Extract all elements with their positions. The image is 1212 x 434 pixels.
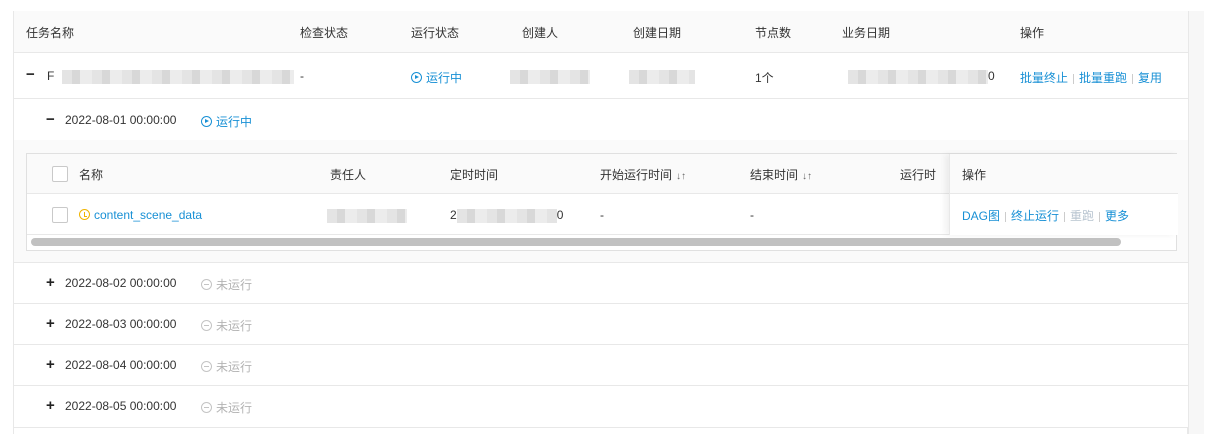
run-status: 运行中 — [411, 69, 462, 86]
sort-icon[interactable]: ↓↑ — [802, 171, 812, 182]
node-actions: DAG图 终止运行 重跑 更多 — [950, 194, 1178, 224]
minus-circle-icon — [201, 320, 212, 331]
col-schedule-time: 定时时间 — [450, 168, 499, 182]
more-link[interactable]: 更多 — [1105, 209, 1129, 223]
reuse-link[interactable]: 复用 — [1138, 71, 1162, 85]
redacted-task-name — [61, 69, 294, 84]
instance-date: 2022-08-04 00:00:00 — [65, 358, 177, 372]
create-date — [629, 69, 695, 84]
play-circle-icon — [411, 72, 422, 83]
table-header: 任务名称 检查状态 运行状态 创建人 创建日期 节点数 业务日期 操作 — [14, 11, 1189, 53]
instance-date: 2022-08-03 00:00:00 — [65, 317, 177, 331]
minus-circle-icon — [201, 402, 212, 413]
schedule-time: 20 — [450, 208, 564, 223]
col-name: 名称 — [79, 168, 104, 182]
clock-icon — [79, 209, 90, 220]
col-node-actions: 操作 — [950, 154, 1178, 194]
play-circle-icon — [201, 116, 212, 127]
col-actions: 操作 — [1020, 26, 1045, 40]
instance-status: 未运行 — [201, 317, 252, 334]
sort-icon[interactable]: ↓↑ — [676, 171, 686, 182]
col-biz-date: 业务日期 — [842, 26, 891, 40]
instance-row: + 2022-08-04 00:00:00 未运行 — [14, 345, 1189, 386]
node-table: 名称 责任人 定时时间 开始运行时间 ↓↑ 结束时间 ↓↑ 运行时 content_… — [26, 153, 1178, 251]
minus-icon[interactable]: − — [26, 67, 35, 82]
dag-link[interactable]: DAG图 — [962, 209, 1000, 223]
instance-date: 2022-08-05 00:00:00 — [65, 399, 177, 413]
instance-date: 2022-08-02 00:00:00 — [65, 276, 177, 290]
minus-circle-icon — [201, 279, 212, 290]
instance-date: 2022-08-01 00:00:00 — [65, 113, 177, 127]
select-all-checkbox[interactable] — [52, 166, 68, 182]
plus-icon[interactable]: + — [46, 357, 55, 372]
check-status: - — [300, 69, 304, 83]
plus-icon[interactable]: + — [46, 275, 55, 290]
instance-status: 未运行 — [201, 276, 252, 293]
batch-stop-link[interactable]: 批量终止 — [1020, 71, 1068, 85]
horizontal-scrollbar[interactable] — [31, 238, 1121, 246]
batch-rerun-link[interactable]: 批量重跑 — [1079, 71, 1127, 85]
plus-icon[interactable]: + — [46, 398, 55, 413]
col-create-date: 创建日期 — [633, 26, 682, 40]
biz-date: 0 — [848, 69, 995, 84]
col-duration: 运行时 — [900, 168, 937, 182]
minus-circle-icon — [201, 361, 212, 372]
instance-status: 运行中 — [201, 113, 252, 130]
col-check-status: 检查状态 — [300, 26, 349, 40]
owner — [327, 208, 407, 223]
row-checkbox[interactable] — [52, 207, 68, 223]
col-start-time[interactable]: 开始运行时间 ↓↑ — [600, 166, 686, 183]
instance-row: + 2022-08-05 00:00:00 未运行 — [14, 386, 1189, 428]
col-end-time[interactable]: 结束时间 ↓↑ — [750, 166, 812, 183]
instance-row: + 2022-08-02 00:00:00 未运行 — [14, 263, 1189, 304]
instance-detail: 名称 责任人 定时时间 开始运行时间 ↓↑ 结束时间 ↓↑ 运行时 content_… — [14, 140, 1189, 263]
fixed-actions-column: 操作 DAG图 终止运行 重跑 更多 — [949, 154, 1178, 235]
plus-icon[interactable]: + — [46, 316, 55, 331]
col-node-count: 节点数 — [755, 26, 792, 40]
task-table: 任务名称 检查状态 运行状态 创建人 创建日期 节点数 业务日期 操作 − F … — [13, 11, 1189, 434]
task-actions: 批量终止 批量重跑 复用 — [1020, 69, 1162, 86]
node-count: 1个 — [755, 71, 774, 85]
rerun-link[interactable]: 重跑 — [1070, 209, 1094, 223]
creator — [510, 69, 590, 84]
col-run-status: 运行状态 — [411, 26, 460, 40]
col-creator: 创建人 — [522, 26, 559, 40]
stop-run-link[interactable]: 终止运行 — [1011, 209, 1059, 223]
instance-row: + 2022-08-03 00:00:00 未运行 — [14, 304, 1189, 345]
minus-icon[interactable]: − — [46, 112, 55, 127]
col-owner: 责任人 — [330, 168, 367, 182]
end-time: - — [750, 208, 754, 222]
task-row: − F - 运行中 1个 0 批量终止 批量重跑 复用 — [14, 53, 1189, 99]
instance-row: − 2022-08-01 00:00:00 运行中 — [14, 99, 1189, 141]
vertical-scrollbar[interactable] — [1188, 11, 1204, 434]
instance-status: 未运行 — [201, 399, 252, 416]
task-name[interactable]: F — [47, 69, 294, 84]
node-name-link[interactable]: content_scene_data — [79, 208, 202, 222]
instance-status: 未运行 — [201, 358, 252, 375]
start-time: - — [600, 208, 604, 222]
col-task-name: 任务名称 — [26, 26, 75, 40]
